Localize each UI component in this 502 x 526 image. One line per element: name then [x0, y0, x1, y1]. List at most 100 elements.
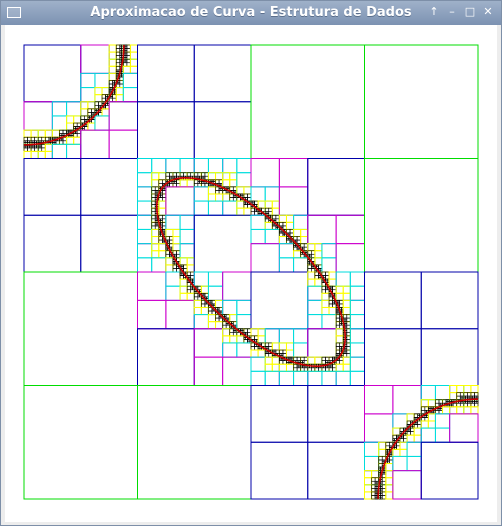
- quadtree-cell: [73, 122, 78, 127]
- quadtree-cell: [321, 271, 326, 276]
- quadtree-cell: [254, 335, 259, 340]
- quadtree-cell: [91, 119, 96, 124]
- quadtree-cell: [44, 150, 53, 160]
- quadtree-cell: [364, 271, 422, 330]
- quadtree-cell: [236, 335, 245, 344]
- quadtree-cell: [335, 349, 340, 354]
- quadtree-cell: [236, 158, 252, 174]
- quadtree-cell: [176, 179, 181, 184]
- quadtree-cell: [243, 339, 248, 344]
- quadtree-cell: [364, 158, 479, 273]
- quadtree-cell: [286, 229, 291, 234]
- quadtree-cell: [186, 285, 192, 291]
- quadtree-cell: [126, 62, 131, 67]
- quadtree-cell: [279, 232, 284, 237]
- quadtree-cell: [250, 385, 309, 443]
- quadtree-cell: [179, 285, 188, 294]
- quadtree-cell: [37, 150, 46, 160]
- quadtree-cell: [232, 331, 238, 337]
- quadtree-cell: [463, 406, 472, 415]
- quadtree-cell: [186, 264, 195, 273]
- quadtree-cell: [222, 328, 231, 337]
- quadtree-cell: [37, 129, 46, 138]
- quadtree-cell: [300, 236, 309, 245]
- quadtree-cell: [108, 83, 113, 88]
- quadtree-cell: [151, 190, 156, 195]
- quadtree-cell: [314, 275, 319, 280]
- quadtree-cell: [193, 44, 252, 103]
- quadtree-cell: [172, 250, 177, 255]
- quadtree-cell: [137, 186, 153, 202]
- quadtree-cell: [80, 108, 89, 117]
- quadtree-cell: [310, 268, 316, 273]
- quadtree-cell: [80, 158, 138, 216]
- quadtree-cell: [243, 328, 248, 333]
- quadtree-cell: [470, 402, 475, 408]
- quadtree-cell: [346, 324, 351, 330]
- quadtree-cell: [30, 147, 35, 152]
- quadtree-cell: [122, 87, 138, 103]
- quadtree-cell: [467, 402, 472, 408]
- quadtree-cell: [410, 427, 415, 432]
- quadtree-cell: [80, 101, 89, 110]
- quadtree-cell: [243, 207, 252, 216]
- quadtree-cell: [399, 448, 408, 457]
- quadtree-cell: [282, 225, 287, 230]
- quadtree-cell: [165, 253, 170, 259]
- quadtree-cell: [232, 197, 238, 202]
- quadtree-cell: [151, 243, 160, 252]
- quadtree-cell: [76, 129, 82, 134]
- quadtree-cell: [250, 271, 309, 330]
- quadtree-cell: [151, 186, 156, 191]
- quadtree-cell: [321, 299, 330, 308]
- quadtree-cell: [314, 257, 323, 266]
- close-icon[interactable]: ✕: [481, 5, 495, 19]
- quadtree-cell: [413, 424, 419, 429]
- quadtree-cell: [215, 299, 224, 308]
- quadtree-cell: [236, 314, 252, 330]
- quadtree-cell: [101, 97, 106, 103]
- minimize-icon[interactable]: –: [445, 5, 459, 19]
- quadtree-cell: [264, 207, 270, 213]
- quadtree-cell: [474, 392, 479, 397]
- quadtree-cell: [279, 360, 284, 365]
- quadtree-cell: [307, 158, 365, 216]
- quadtree-cell: [371, 480, 376, 486]
- quadtree-cell: [268, 346, 273, 351]
- quadtree-cell: [250, 186, 266, 202]
- quadtree-cell: [119, 83, 124, 88]
- quadtree-cell: [456, 392, 461, 397]
- quadtree-cell: [378, 448, 387, 457]
- quadtree-cell: [179, 292, 188, 301]
- quadtree-cell: [229, 193, 234, 198]
- quadtree-cell: [303, 367, 309, 372]
- quadtree-cell: [346, 353, 351, 358]
- quadtree-cell: [275, 214, 280, 220]
- quadtree-cell: [23, 101, 53, 131]
- quadtree-cell: [296, 367, 301, 372]
- quadtree-cell: [449, 406, 458, 415]
- quadtree-cell: [247, 197, 252, 202]
- quadtree-cell: [179, 228, 195, 245]
- quadtree-cell: [392, 470, 422, 500]
- quadtree-cell: [378, 441, 387, 450]
- quadtree-cell: [335, 342, 340, 347]
- quadtree-cell: [232, 321, 238, 326]
- quadtree-cell: [339, 324, 344, 330]
- quadtree-cell: [264, 221, 273, 230]
- quadtree-cell: [392, 385, 422, 415]
- quadtree-cell: [321, 289, 326, 294]
- up-arrow-icon[interactable]: ↑: [427, 5, 441, 19]
- quadtree-cell: [162, 197, 167, 202]
- title-bar[interactable]: Aproximacao de Curva - Estrutura de Dado…: [1, 1, 501, 25]
- maximize-icon[interactable]: □: [463, 5, 477, 19]
- quadtree-cell: [151, 207, 156, 213]
- quadtree-cell: [335, 324, 340, 330]
- app-window: Aproximacao de Curva - Estrutura de Dado…: [0, 0, 502, 526]
- quadtree-cell: [229, 314, 238, 323]
- quadtree-cell: [183, 264, 188, 269]
- quadtree-cell: [172, 172, 177, 177]
- quadtree-cell: [332, 303, 337, 308]
- quadtree-cell: [349, 285, 365, 301]
- quadtree-cell: [420, 417, 426, 422]
